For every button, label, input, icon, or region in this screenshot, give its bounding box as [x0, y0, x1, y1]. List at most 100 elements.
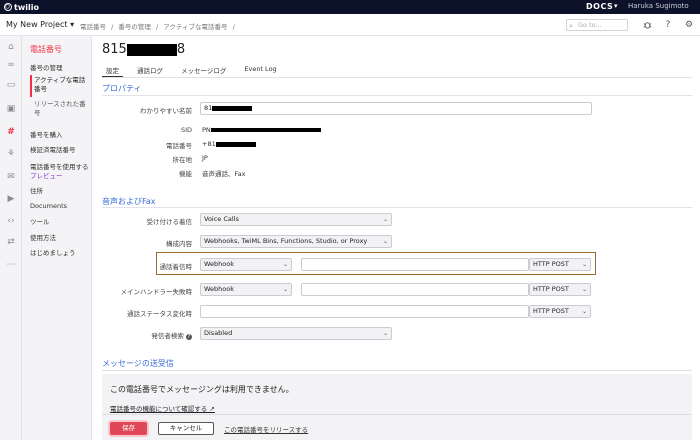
- tab-settings[interactable]: 設定: [102, 65, 123, 77]
- sidebar-title[interactable]: 電話番号: [30, 44, 62, 55]
- flow-icon[interactable]: ⚘: [4, 147, 18, 161]
- sidebar-item-documents[interactable]: Documents: [30, 202, 90, 211]
- tab-event-log[interactable]: Event Log: [240, 65, 280, 77]
- friendly-name-input[interactable]: 81: [200, 102, 592, 115]
- sidebar-item-verified[interactable]: 検証済電話番号: [30, 146, 90, 155]
- active-indicator: [30, 75, 32, 97]
- more-icon[interactable]: ⋯: [4, 258, 18, 272]
- config-select[interactable]: Webhooks, TwiML Bins, Functions, Studio,…: [200, 235, 392, 248]
- sidebar-item-active-numbers[interactable]: アクティブな電話番号: [34, 76, 88, 94]
- highlight-box: [156, 252, 596, 275]
- sidebar-item-manage[interactable]: 番号の管理: [30, 64, 90, 73]
- page-title: 815 8: [102, 42, 185, 57]
- chevron-down-icon: ⌄: [382, 216, 388, 223]
- status-url-input[interactable]: [200, 305, 529, 318]
- capabilities-link[interactable]: 電話番号の機能について確認する ↗: [110, 403, 215, 413]
- message-icon[interactable]: ✉: [4, 170, 18, 184]
- help-icon[interactable]: ?: [186, 334, 192, 340]
- icon-rail: ⌂ ∞ ▭ ▣ # ⚘ ✉ ▶ ‹› ⇄ ⋯: [0, 36, 22, 440]
- sidebar-item-released-numbers[interactable]: リリースされた番号: [34, 100, 88, 118]
- code-icon[interactable]: ‹›: [4, 214, 18, 228]
- status-method-select[interactable]: HTTP POST ⌄: [529, 305, 591, 318]
- tab-message-logs[interactable]: メッセージログ: [177, 65, 230, 77]
- callerid-value: Disabled: [204, 329, 233, 337]
- chevron-down-icon: ⌄: [581, 308, 587, 315]
- section-divider: [102, 370, 692, 371]
- voice-heading: 音声およびFax: [102, 197, 156, 206]
- top-bar: twilio DOCS ▾ Haruka Sugimoto: [0, 0, 700, 14]
- bug-icon[interactable]: [641, 20, 653, 32]
- redacted-block: [215, 141, 256, 147]
- accept-label: 受け付ける着信: [146, 218, 193, 226]
- chevron-down-icon: ⌄: [382, 330, 388, 337]
- sid-prefix: PN: [202, 126, 211, 134]
- status-label: 通話ステータス変化時: [127, 310, 192, 318]
- breadcrumb-separator: /: [155, 23, 159, 31]
- home-icon[interactable]: ⌂: [4, 40, 18, 54]
- title-suffix: 8: [176, 42, 186, 57]
- using-label: 電話番号を使用する: [30, 163, 89, 171]
- sidebar-item-getting-started[interactable]: はじめましょう: [30, 249, 90, 258]
- sidebar: 電話番号 番号の管理 アクティブな電話番号 リリースされた番号 番号を購入 検証…: [22, 36, 92, 440]
- goto-search-input[interactable]: ⌕ Go to...: [566, 19, 628, 31]
- shuffle-icon[interactable]: ⇄: [4, 235, 18, 249]
- section-divider: [102, 95, 692, 96]
- fallback-method-value: HTTP POST: [533, 285, 569, 293]
- fallback-url-input[interactable]: [301, 283, 529, 296]
- breadcrumb-item[interactable]: アクティブな電話番号: [163, 23, 227, 31]
- user-name[interactable]: Haruka Sugimoto: [628, 2, 698, 10]
- goto-placeholder: Go to...: [578, 21, 602, 29]
- sidebar-item-address[interactable]: 住所: [30, 187, 90, 196]
- config-label: 構成内容: [166, 240, 192, 248]
- project-name: My New Project: [6, 20, 68, 29]
- sidebar-item-tools[interactable]: ツール: [30, 218, 90, 227]
- sid-value: PN: [202, 126, 321, 134]
- release-number-link[interactable]: この電話番号をリリースする: [224, 424, 308, 434]
- link-icon[interactable]: ∞: [4, 58, 18, 72]
- help-icon[interactable]: ?: [662, 20, 674, 30]
- status-method-value: HTTP POST: [533, 307, 569, 315]
- chevron-down-icon: ▾: [70, 20, 75, 29]
- section-divider: [102, 207, 692, 208]
- sidebar-item-buy[interactable]: 番号を購入: [30, 131, 90, 140]
- chevron-down-icon: ⌄: [581, 286, 587, 293]
- twilio-logo[interactable]: twilio: [4, 2, 39, 12]
- breadcrumb-separator: /: [232, 23, 235, 31]
- accept-value: Voice Calls: [204, 215, 239, 223]
- sidebar-item-usage[interactable]: 使用方法: [30, 234, 90, 243]
- callerid-label-text: 発信者検索: [151, 332, 184, 340]
- sub-header: My New Project ▾ 電話番号 / 番号の管理 / アクティブな電話…: [0, 14, 700, 36]
- hash-icon[interactable]: #: [4, 125, 18, 139]
- fallback-type-select[interactable]: Webhook ⌄: [200, 283, 292, 296]
- tab-call-logs[interactable]: 通話ログ: [133, 65, 167, 77]
- callerid-select[interactable]: Disabled ⌄: [200, 327, 392, 340]
- title-prefix: 815: [102, 42, 127, 57]
- messaging-unavailable-text: この電話番号でメッセージングは利用できません。: [110, 385, 294, 394]
- phone-label: 電話番号: [166, 142, 192, 150]
- messaging-heading: メッセージの送受信: [102, 359, 174, 368]
- tab-bar: 設定 通話ログ メッセージログ Event Log: [102, 65, 291, 77]
- breadcrumb: 電話番号 / 番号の管理 / アクティブな電話番号 /: [80, 21, 238, 31]
- project-selector[interactable]: My New Project ▾: [6, 20, 74, 29]
- tab-divider: [102, 77, 692, 78]
- docs-caret-icon[interactable]: ▾: [614, 2, 618, 10]
- redacted-block: [210, 128, 321, 132]
- accept-select[interactable]: Voice Calls ⌄: [200, 213, 392, 226]
- sim-icon[interactable]: ▣: [4, 102, 18, 116]
- gear-icon[interactable]: ⚙: [683, 20, 695, 30]
- phone-value: +81: [202, 140, 256, 148]
- footer-divider: [102, 414, 692, 415]
- breadcrumb-item[interactable]: 電話番号: [80, 23, 106, 31]
- search-icon: ⌕: [569, 22, 573, 30]
- save-button[interactable]: 保存: [110, 422, 147, 435]
- cancel-button[interactable]: キャンセル: [158, 422, 214, 435]
- properties-heading: プロパティ: [102, 84, 142, 93]
- docs-menu[interactable]: DOCS: [586, 2, 613, 11]
- video-icon[interactable]: ▶: [4, 192, 18, 206]
- fallback-method-select[interactable]: HTTP POST ⌄: [529, 283, 591, 296]
- chat-icon[interactable]: ▭: [4, 78, 18, 92]
- sidebar-item-using[interactable]: 電話番号を使用する プレビュー: [30, 163, 90, 181]
- breadcrumb-item[interactable]: 番号の管理: [118, 23, 151, 31]
- fallback-type-value: Webhook: [204, 285, 235, 293]
- friendly-name-value: 81: [204, 104, 213, 112]
